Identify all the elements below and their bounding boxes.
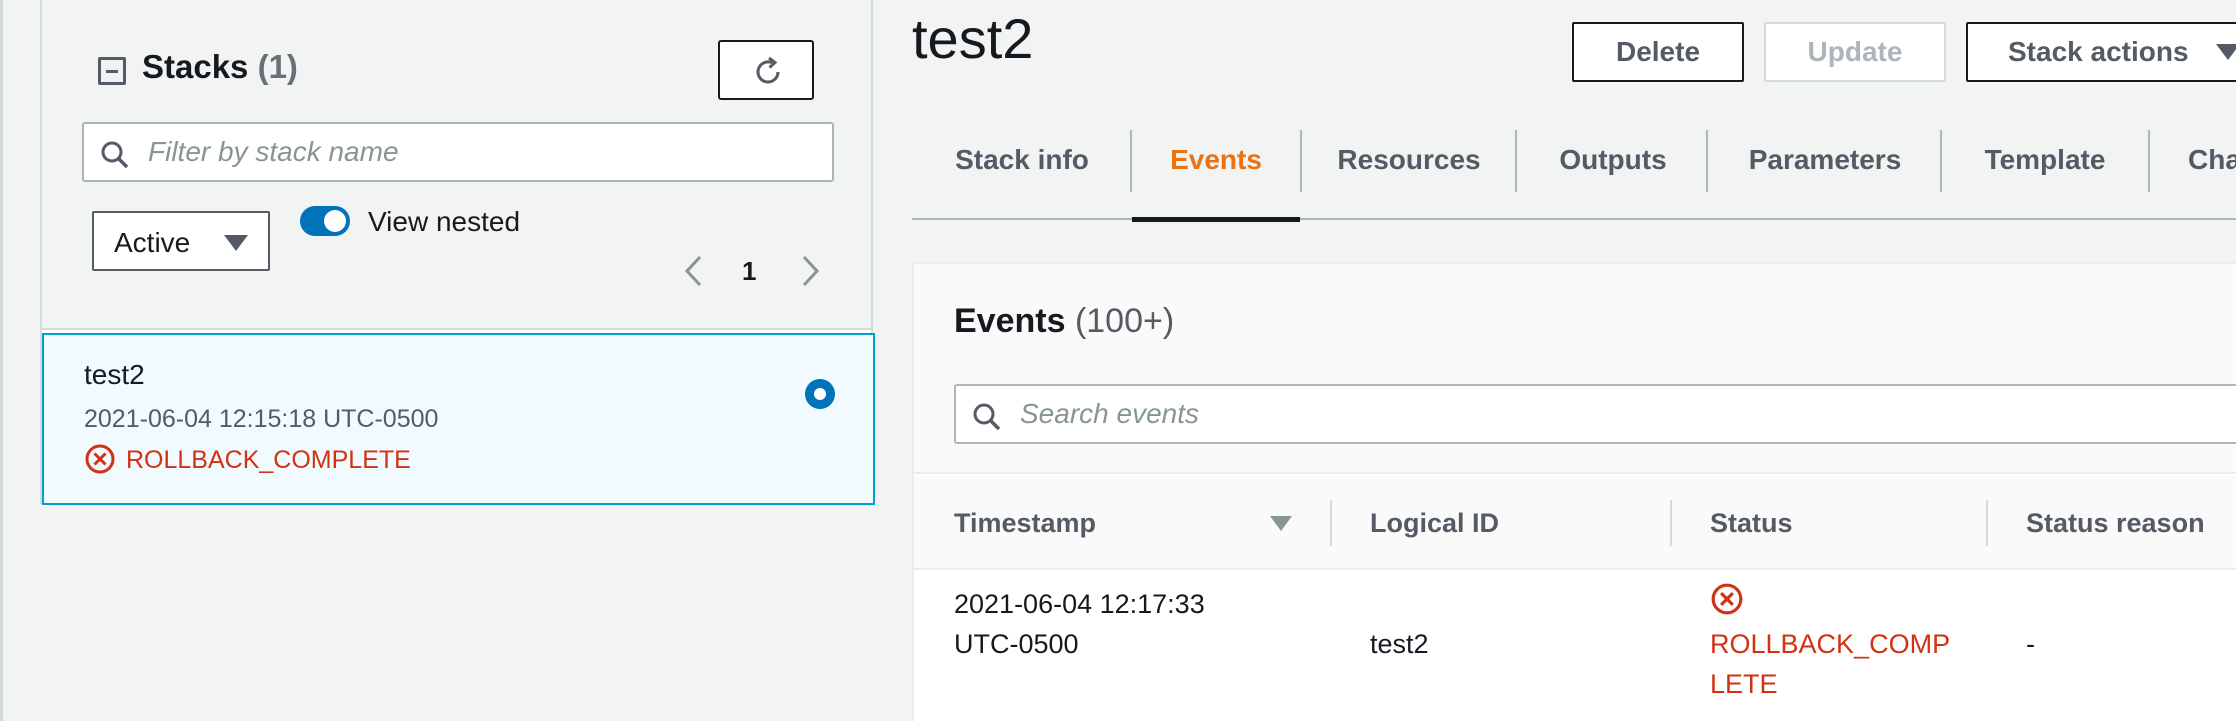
events-search-input[interactable] [1020,394,2220,434]
stacks-title-label: Stacks [142,48,249,85]
chevron-left-icon[interactable] [682,254,706,288]
stack-actions-button[interactable]: Stack actions [1966,22,2236,82]
stack-created-time: 2021-06-04 12:15:18 UTC-0500 [84,405,439,433]
page-number[interactable]: 1 [742,256,756,287]
stack-actions-label: Stack actions [2008,36,2189,67]
events-panel: Events (100+) Timestamp Logical ID Statu… [912,262,2236,721]
event-timestamp-line: UTC-0500 [954,629,1079,659]
page-title: test2 [912,7,1034,70]
stack-status: ROLLBACK_COMPLETE [126,446,411,474]
column-separator[interactable] [1986,500,1988,546]
refresh-icon [756,56,780,84]
collapse-icon[interactable] [98,57,126,85]
events-title: Events (100+) [954,302,1174,341]
events-title-label: Events [954,302,1066,340]
delete-button[interactable]: Delete [1572,22,1744,82]
tab-template[interactable]: Template [1942,128,2148,220]
event-status: ROLLBACK_COMP LETE [1710,624,1950,704]
column-separator[interactable] [1330,500,1332,546]
column-timestamp[interactable]: Timestamp [954,508,1096,539]
update-button[interactable]: Update [1764,22,1946,82]
events-search-box [954,384,2236,444]
chevron-right-icon[interactable] [798,254,822,288]
error-circle-icon [85,444,115,474]
stacks-title: Stacks (1) [142,48,298,86]
stack-select-radio[interactable] [805,379,835,409]
event-timestamp: 2021-06-04 12:17:33 UTC-0500 [954,584,1205,664]
tab-change-sets[interactable]: Cha [2188,128,2236,220]
tab-events[interactable]: Events [1132,128,1300,222]
events-count: (100+) [1074,302,1175,340]
column-status-reason[interactable]: Status reason [2026,508,2205,539]
error-circle-icon [1711,583,1743,615]
view-nested-label: View nested [368,206,521,237]
event-timestamp-line: 2021-06-04 12:17:33 [954,589,1205,619]
stacks-panel-header: Stacks (1) Active View nested 1 [42,0,871,330]
event-status-reason: - [2026,629,2035,659]
stack-filter-input[interactable] [148,132,818,172]
caret-down-icon [2216,44,2236,60]
status-filter-value: Active [114,227,191,258]
events-table-header: Timestamp Logical ID Status Status reaso… [914,476,2236,570]
status-filter-select[interactable]: Active [92,211,270,271]
view-nested-toggle[interactable] [300,206,350,236]
table-row: 2021-06-04 12:17:33 UTC-0500 test2 ROLLB… [914,572,2236,721]
events-panel-header: Events (100+) [914,264,2236,474]
window-edge [0,0,3,721]
event-logical-id: test2 [1370,629,1429,659]
stacks-count: (1) [257,48,298,85]
column-status[interactable]: Status [1710,508,1793,539]
refresh-button[interactable] [718,40,814,100]
tab-stack-info[interactable]: Stack info [912,128,1132,220]
stack-list-item[interactable]: test2 2021-06-04 12:15:18 UTC-0500 ROLLB… [42,333,875,505]
tab-separator [2148,130,2150,192]
sort-caret-icon[interactable] [1270,516,1292,531]
event-status-line: ROLLBACK_COMP [1710,629,1951,659]
detail-tabs: Stack info Events Resources Outputs Para… [912,128,2236,222]
tab-parameters[interactable]: Parameters [1708,128,1942,220]
stack-filter-box [82,122,834,182]
event-status-line: LETE [1710,669,1778,699]
search-icon [101,141,129,169]
search-icon [973,403,1001,431]
column-logical-id[interactable]: Logical ID [1370,508,1499,539]
tab-resources[interactable]: Resources [1302,128,1516,220]
column-separator[interactable] [1670,500,1672,546]
stack-name[interactable]: test2 [84,359,145,391]
caret-down-icon [224,235,248,251]
stacks-panel: Stacks (1) Active View nested 1 [40,0,875,505]
tab-outputs[interactable]: Outputs [1517,128,1709,220]
